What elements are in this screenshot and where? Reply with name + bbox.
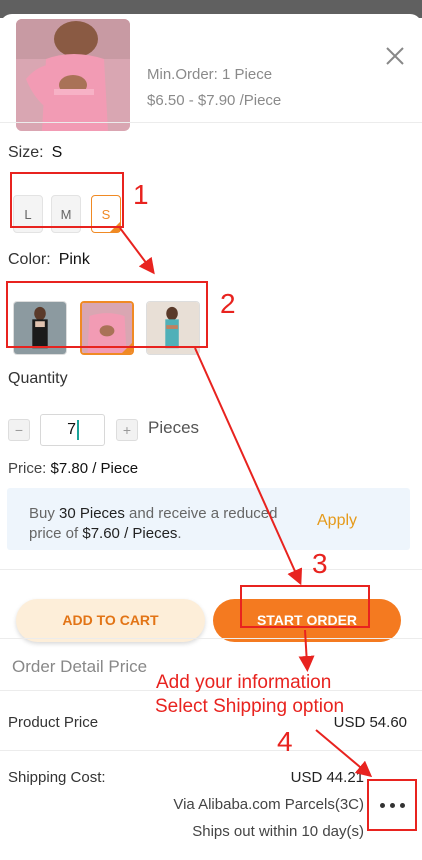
quantity-decrease-button[interactable]: − [8,419,30,441]
color-label: Color: Pink [8,251,90,269]
color-option-pink[interactable] [80,301,134,355]
unit-price: Price: $7.80 / Piece [8,460,138,477]
detail-title-divider [0,690,422,691]
promo-qty: 30 Pieces [59,505,125,522]
shipping-cost-label: Shipping Cost: [8,769,106,786]
size-option-l[interactable]: L [13,195,43,233]
actions-divider [0,569,422,570]
color-option-blue[interactable] [146,301,200,355]
size-selected-value: S [51,144,63,161]
price-range-text: $6.50 - $7.90 /Piece [147,92,282,109]
product-price-value: USD 54.60 [333,714,407,731]
size-option-s-label: S [101,207,111,222]
size-option-s[interactable]: S [91,195,121,233]
color-label-text: Color: [8,251,51,268]
order-detail-title: Order Detail Price [12,657,148,676]
shipping-cost-value: USD 44.21 [290,769,364,786]
min-order-text: Min.Order: 1 Piece [147,66,273,83]
promo-price: $7.60 / Pieces [82,525,178,542]
promo-text-c: . [177,525,182,542]
bulk-discount-text: Buy 30 Pieces and receive a reduced pric… [29,504,309,544]
product-thumbnail [16,19,130,131]
size-option-m[interactable]: M [51,195,81,233]
order-sheet: Min.Order: 1 Piece $6.50 - $7.90 /Piece … [0,14,422,860]
more-dots-icon[interactable] [372,784,414,826]
header-divider [0,122,422,123]
apply-discount-link[interactable]: Apply [317,512,357,530]
color-option-black[interactable] [13,301,67,355]
quantity-unit: Pieces [148,418,200,437]
color-selected-value: Pink [58,251,90,268]
quantity-label: Quantity [8,370,68,387]
text-cursor [77,420,79,440]
unit-price-label: Price: [8,460,47,477]
ships-out-time: Ships out within 10 day(s) [192,823,364,840]
unit-price-value: $7.80 / Piece [50,460,139,477]
selected-corner-icon [110,222,120,232]
start-order-button[interactable]: START ORDER [213,599,401,642]
detail-divider [0,638,422,639]
product-image [16,19,130,131]
bulk-discount-banner: Buy 30 Pieces and receive a reduced pric… [7,488,410,550]
product-price-divider [0,750,422,751]
close-icon[interactable] [383,44,407,68]
product-price-label: Product Price [8,714,99,731]
shipping-method: Via Alibaba.com Parcels(3C) [173,796,364,813]
promo-text-a: Buy [29,505,60,522]
quantity-increase-button[interactable]: + [116,419,138,441]
add-to-cart-button[interactable]: ADD TO CART [16,599,205,642]
size-label: Size: S [8,144,62,162]
quantity-input[interactable]: 7 [40,414,105,446]
selected-corner-icon [122,343,132,353]
size-label-text: Size: [8,144,44,161]
